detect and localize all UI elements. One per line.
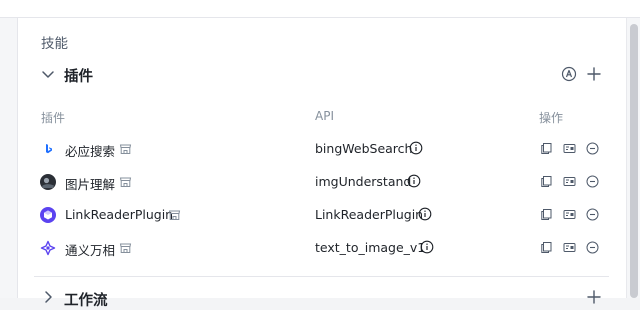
top-bar: [0, 0, 640, 18]
add-workflow-icon[interactable]: [586, 289, 602, 305]
store-icon: [119, 144, 132, 154]
card-settings-icon[interactable]: [563, 241, 576, 254]
auto-call-icon[interactable]: [561, 66, 577, 82]
plugin-name: 必应搜索: [65, 144, 116, 159]
tongyi-wanxiang-icon: [40, 240, 56, 256]
plugin-row: 必应搜索 bingWebSearch: [34, 135, 614, 165]
card-settings-icon[interactable]: [563, 175, 576, 188]
plugin-name: 图片理解: [65, 177, 116, 192]
column-header-actions: 操作: [539, 111, 564, 125]
chevron-right-icon[interactable]: [40, 289, 56, 305]
info-icon[interactable]: [420, 240, 434, 254]
info-icon[interactable]: [407, 174, 421, 188]
remove-icon[interactable]: [586, 175, 599, 188]
copy-icon[interactable]: [540, 142, 553, 155]
link-reader-icon: [40, 207, 56, 223]
plugins-section-label: 插件: [64, 69, 93, 85]
copy-icon[interactable]: [540, 208, 553, 221]
remove-icon[interactable]: [586, 208, 599, 221]
plugin-name: 通义万相: [65, 243, 116, 258]
column-header-api: API: [315, 109, 334, 123]
column-header-plugin: 插件: [41, 111, 66, 125]
plugin-api: LinkReaderPlugin: [315, 207, 424, 222]
bing-icon: [46, 144, 52, 154]
plugin-api: bingWebSearch: [315, 141, 413, 156]
copy-icon[interactable]: [540, 175, 553, 188]
add-plugin-icon[interactable]: [586, 66, 602, 82]
card-settings-icon[interactable]: [563, 208, 576, 221]
store-icon: [119, 177, 132, 187]
info-icon[interactable]: [409, 141, 423, 155]
copy-icon[interactable]: [540, 241, 553, 254]
plugin-row: 通义万相 text_to_image_v1: [34, 234, 614, 264]
image-understand-avatar: [40, 174, 56, 190]
workflow-section-label: 工作流: [64, 293, 108, 309]
plugin-api: text_to_image_v1: [315, 240, 426, 255]
scrollbar-thumb[interactable]: [630, 24, 638, 298]
info-icon[interactable]: [418, 207, 432, 221]
section-divider: [34, 276, 609, 277]
plugin-api: imgUnderstand: [315, 174, 412, 189]
plugin-name: LinkReaderPlugin: [65, 207, 174, 222]
plugin-row: LinkReaderPlugin LinkReaderPlugin: [34, 201, 614, 231]
card-settings-icon[interactable]: [563, 142, 576, 155]
plugin-row: 图片理解 imgUnderstand: [34, 168, 614, 198]
store-icon: [119, 243, 132, 253]
chevron-down-icon[interactable]: [40, 66, 56, 82]
left-strip: [0, 18, 18, 298]
plugins-section-header[interactable]: 插件: [38, 64, 608, 86]
remove-icon[interactable]: [586, 241, 599, 254]
remove-icon[interactable]: [586, 142, 599, 155]
store-icon: [168, 210, 181, 220]
section-title: 技能: [41, 36, 68, 52]
workflow-section-header[interactable]: 工作流: [38, 286, 608, 309]
